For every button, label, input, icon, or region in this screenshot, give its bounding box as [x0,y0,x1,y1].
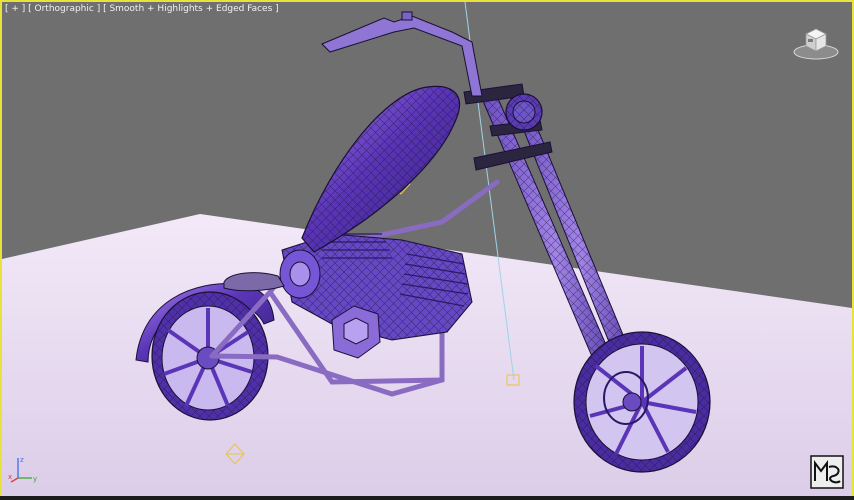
viewport-orthographic[interactable]: [ + ] [ Orthographic ] [ Smooth + Highli… [0,0,854,498]
viewport-label[interactable]: [ + ] [ Orthographic ] [ Smooth + Highli… [5,4,279,14]
scene-canvas[interactable] [2,2,852,496]
seat[interactable] [223,272,285,292]
handlebar[interactable] [321,15,483,97]
viewcube-icon[interactable] [792,22,840,62]
headlight[interactable] [505,93,543,131]
axis-tripod-icon: z x y [8,456,37,483]
mirror-mount [401,11,413,21]
front-wheel[interactable] [573,331,711,473]
axis-y-label: y [33,475,37,483]
max-logo-icon [810,455,844,489]
axis-z-label: z [20,456,24,464]
status-bar [0,496,854,500]
axis-x-label: x [8,473,12,481]
